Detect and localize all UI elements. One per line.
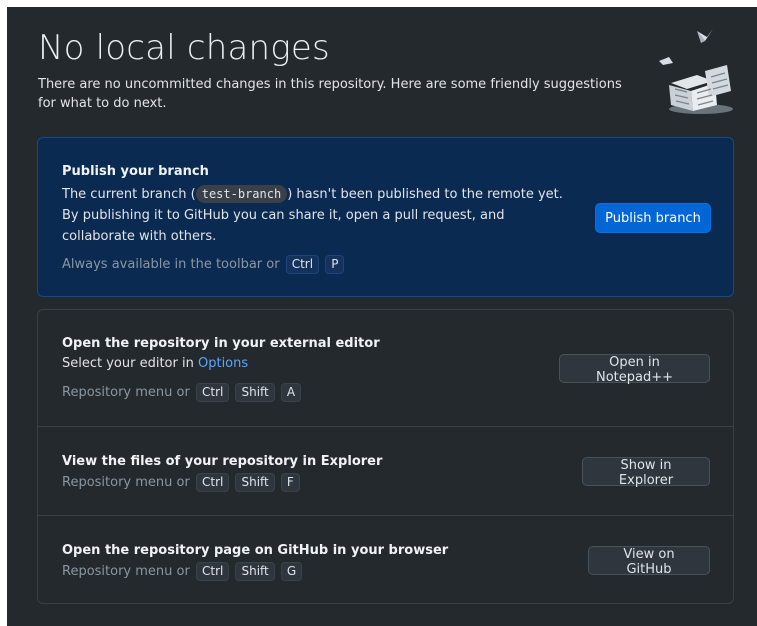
row-title: Open the repository in your external edi… <box>62 336 380 351</box>
row-title: Open the repository page on GitHub in yo… <box>62 543 449 558</box>
shortcut-text: Repository menu or <box>62 564 190 579</box>
suggestions-card: Open the repository in your external edi… <box>37 309 734 604</box>
row-title: View the files of your repository in Exp… <box>62 454 383 469</box>
empty-state-illustration-icon <box>659 29 733 114</box>
key-f: F <box>280 473 300 492</box>
row-shortcut: Repository menu or Ctrl Shift F <box>62 473 300 492</box>
show-in-explorer-button[interactable]: Show in Explorer <box>582 457 710 488</box>
page-title: No local changes <box>38 28 330 68</box>
row-subtitle-text: Select your editor in <box>62 356 198 371</box>
key-ctrl: Ctrl <box>195 383 230 402</box>
shortcut-text: Repository menu or <box>62 385 190 400</box>
row-subtitle: Select your editor in Options <box>62 356 248 371</box>
row-shortcut: Repository menu or Ctrl Shift G <box>62 562 303 581</box>
key-ctrl: Ctrl <box>195 473 230 492</box>
action-row-github: Open the repository page on GitHub in yo… <box>38 515 733 603</box>
row-shortcut: Repository menu or Ctrl Shift A <box>62 383 302 402</box>
key-shift: Shift <box>235 562 275 581</box>
branch-name-chip: test-branch <box>195 185 288 203</box>
action-row-explorer: View the files of your repository in Exp… <box>38 426 733 515</box>
key-g: G <box>280 562 303 581</box>
shortcut-text: Repository menu or <box>62 475 190 490</box>
publish-description: The current branch (test-branch) hasn't … <box>62 184 572 247</box>
publish-title: Publish your branch <box>62 164 209 179</box>
key-ctrl: Ctrl <box>285 255 320 274</box>
action-row-external-editor: Open the repository in your external edi… <box>38 310 733 426</box>
view-on-github-button[interactable]: View on GitHub <box>588 546 710 577</box>
options-link[interactable]: Options <box>198 356 248 371</box>
key-ctrl: Ctrl <box>195 562 230 581</box>
key-shift: Shift <box>235 383 275 402</box>
page-description: There are no uncommitted changes in this… <box>38 77 622 111</box>
shortcut-text: Always available in the toolbar or <box>62 257 280 272</box>
publish-branch-button[interactable]: Publish branch <box>595 203 711 233</box>
open-in-editor-button[interactable]: Open in Notepad++ <box>559 354 710 385</box>
publish-body-before: The current branch ( <box>62 187 196 202</box>
key-a: A <box>280 383 302 402</box>
publish-branch-card: Publish your branch The current branch (… <box>37 137 734 297</box>
key-shift: Shift <box>235 473 275 492</box>
no-changes-view: No local changes There are no uncommitte… <box>7 7 757 626</box>
key-p: P <box>325 255 345 274</box>
publish-shortcut: Always available in the toolbar or Ctrl … <box>62 255 345 274</box>
